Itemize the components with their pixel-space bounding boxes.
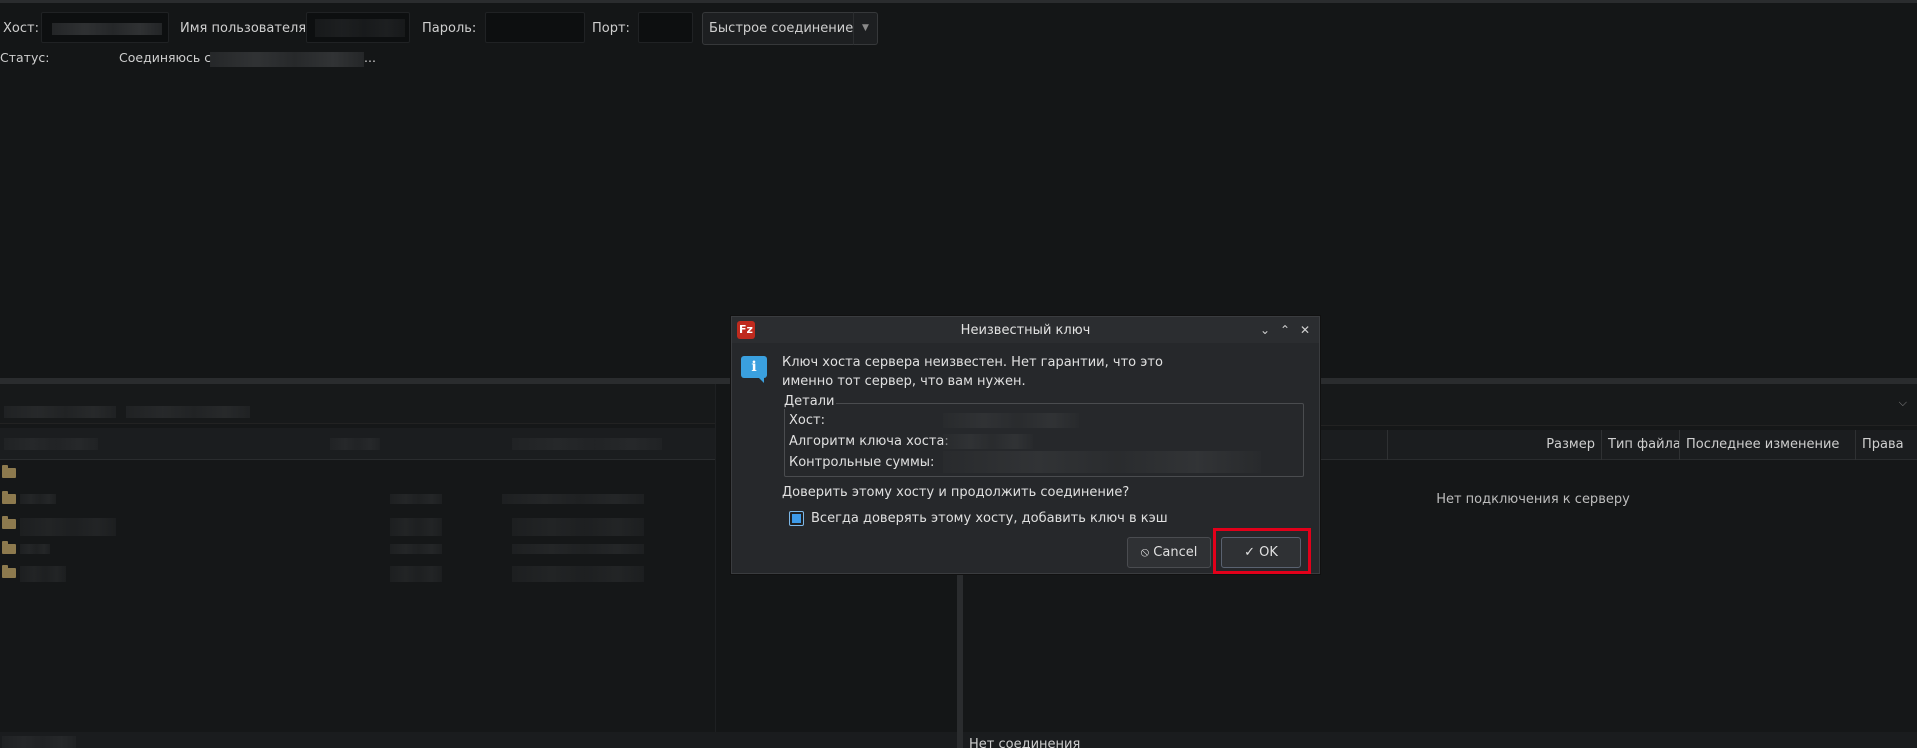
- redacted-value: [2, 736, 76, 748]
- redacted-value: [4, 438, 98, 450]
- cancel-icon: ⦸: [1140, 545, 1150, 560]
- dialog-message: Ключ хоста сервера неизвестен. Нет гаран…: [782, 353, 1302, 391]
- always-trust-label[interactable]: Всегда доверять этому хосту, добавить кл…: [811, 511, 1168, 526]
- details-checksums-label: Контрольные суммы:: [789, 455, 935, 470]
- redacted-value: [20, 494, 56, 504]
- column-filetype[interactable]: Тип файла: [1601, 430, 1681, 460]
- dialog-title: Неизвестный ключ: [960, 323, 1091, 338]
- redacted-value: [210, 52, 364, 67]
- local-status-bar: [0, 732, 957, 748]
- column-size[interactable]: Размер: [1527, 430, 1601, 460]
- remote-status-bar: Нет соединения: [963, 732, 1917, 748]
- password-input[interactable]: [485, 12, 585, 43]
- port-label: Порт:: [592, 21, 630, 36]
- redacted-value: [502, 494, 644, 504]
- redacted-value: [4, 406, 116, 418]
- quickconnect-history-dropdown[interactable]: ▼: [853, 12, 878, 45]
- cancel-button[interactable]: ⦸ Cancel: [1127, 537, 1211, 568]
- redacted-value: [390, 518, 442, 536]
- redacted-value: [315, 19, 405, 37]
- minimize-icon[interactable]: ⌄: [1256, 321, 1274, 339]
- column-permissions[interactable]: Права: [1855, 430, 1917, 460]
- dialog-message-line-1: Ключ хоста сервера неизвестен. Нет гаран…: [782, 355, 1163, 370]
- username-label: Имя пользователя: [180, 21, 307, 36]
- dialog-titlebar[interactable]: Fz Неизвестный ключ ⌄ ⌃ ✕: [732, 317, 1319, 343]
- log-status-text: Соединяюсь с: [119, 50, 212, 65]
- folder-icon: [2, 465, 16, 478]
- trust-question: Доверить этому хосту и продолжить соедин…: [782, 485, 1130, 500]
- details-legend: Детали: [782, 394, 837, 409]
- redacted-value: [20, 544, 50, 554]
- redacted-value: [390, 566, 442, 582]
- chevron-down-icon: ▼: [862, 23, 869, 33]
- redacted-value: [943, 413, 1079, 428]
- host-input[interactable]: [41, 12, 169, 43]
- folder-icon: [2, 541, 16, 554]
- close-icon[interactable]: ✕: [1296, 321, 1314, 339]
- host-label: Хост:: [3, 21, 39, 36]
- redacted-value: [512, 566, 644, 582]
- redacted-value: [20, 566, 66, 582]
- local-list-header[interactable]: [0, 428, 715, 460]
- details-host-label: Хост:: [789, 413, 825, 428]
- log-status-label: Статус:: [0, 50, 50, 65]
- username-input[interactable]: [306, 12, 410, 43]
- local-path-bar[interactable]: [0, 384, 715, 424]
- redacted-value: [390, 494, 442, 504]
- quickconnect-button[interactable]: Быстрое соединение: [702, 12, 864, 45]
- cancel-button-label: Cancel: [1153, 545, 1198, 560]
- details-algorithm-label: Алгоритм ключа хоста:: [789, 434, 949, 449]
- redacted-value: [512, 518, 644, 536]
- redacted-value: [20, 518, 116, 536]
- redacted-value: [512, 438, 662, 450]
- redacted-value: [126, 406, 250, 418]
- redacted-value: [943, 434, 1033, 449]
- folder-icon: [2, 516, 16, 529]
- chevron-down-icon: ⌵: [1898, 396, 1907, 409]
- always-trust-checkbox[interactable]: [789, 511, 804, 526]
- redacted-value: [512, 544, 644, 554]
- port-input[interactable]: [638, 12, 693, 43]
- redacted-value: [390, 544, 442, 554]
- folder-icon: [2, 491, 16, 504]
- redacted-value: [52, 23, 162, 35]
- redacted-value: [943, 451, 1261, 473]
- ok-button-highlight: [1213, 528, 1311, 574]
- info-icon: i: [741, 356, 767, 383]
- maximize-icon[interactable]: ⌃: [1276, 321, 1294, 339]
- unknown-key-dialog: Fz Неизвестный ключ ⌄ ⌃ ✕ i Ключ хоста с…: [731, 316, 1320, 574]
- redacted-value: [330, 438, 380, 450]
- remote-empty-message: Нет подключения к серверу: [1436, 492, 1630, 507]
- quickconnect-bar: Хост: Имя пользователя Пароль: Порт: Быс…: [0, 0, 1917, 48]
- folder-icon: [2, 565, 16, 578]
- column-modified[interactable]: Последнее изменение: [1679, 430, 1855, 460]
- dialog-message-line-2: именно тот сервер, что вам нужен.: [782, 374, 1026, 389]
- log-status-ellipsis: ...: [364, 50, 376, 65]
- password-label: Пароль:: [422, 21, 477, 36]
